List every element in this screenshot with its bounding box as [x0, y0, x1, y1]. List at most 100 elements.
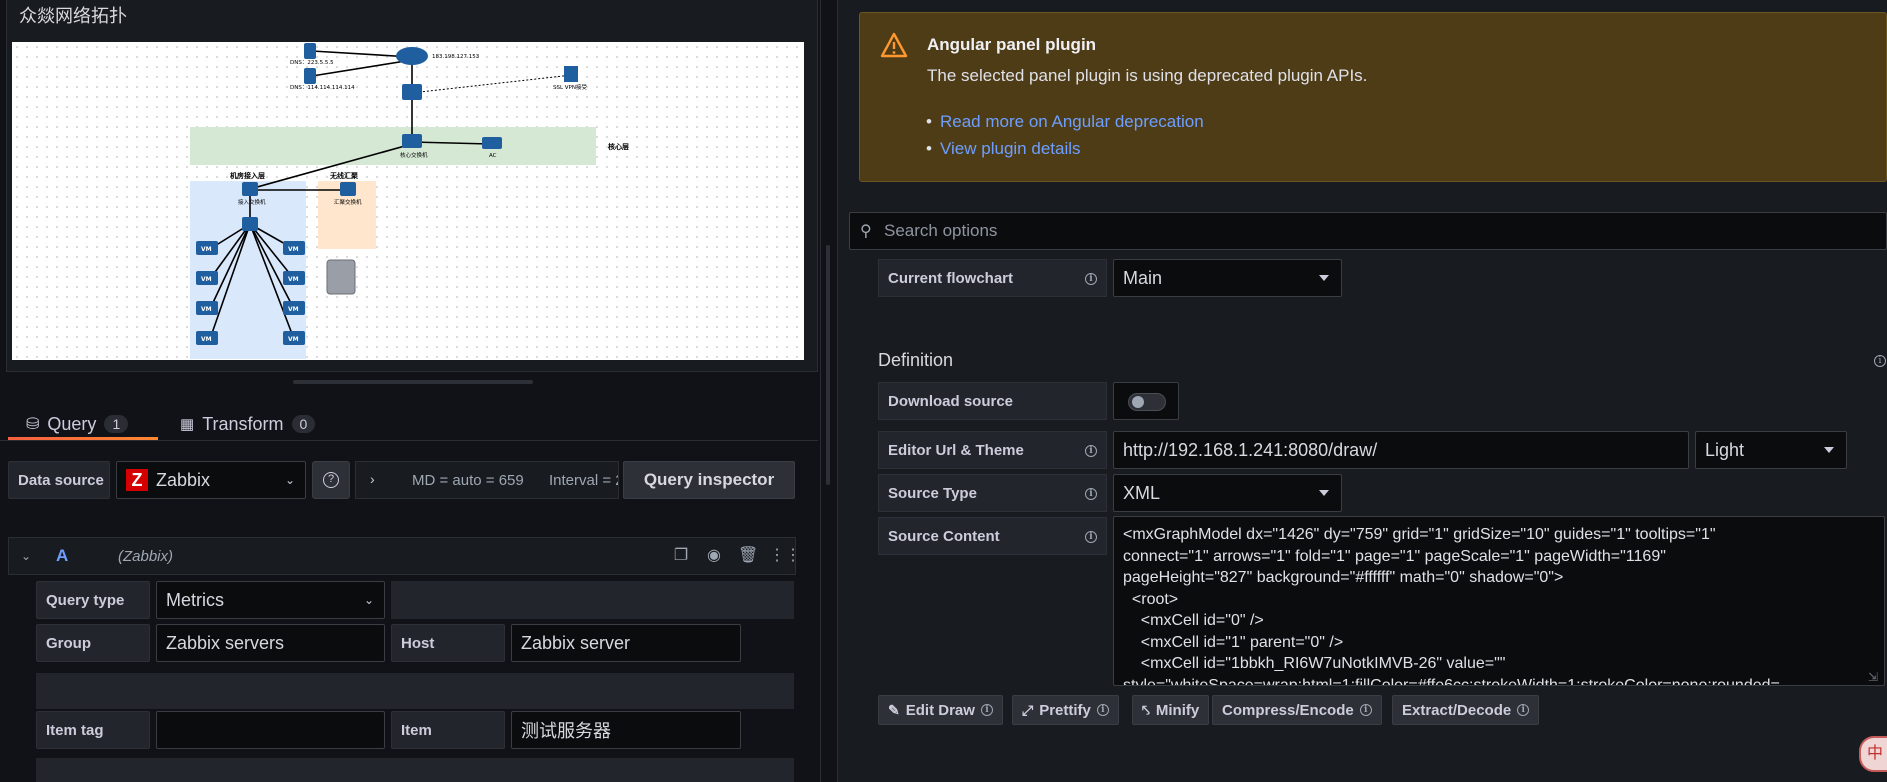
theme-select[interactable]: Light: [1695, 431, 1847, 469]
transform-icon: ▦: [180, 416, 195, 433]
angular-deprecation-link[interactable]: Read more on Angular deprecation: [926, 112, 1204, 132]
source-content-label: Source Content i: [878, 517, 1107, 555]
current-flowchart-select[interactable]: Main: [1113, 259, 1342, 297]
query-bottom-band: [36, 758, 794, 782]
group-label: Group: [36, 624, 150, 662]
query-editor-pane: 众燚网络拓扑 DNS：223.5.5.5 DNS：114.114.114.114…: [0, 0, 818, 782]
svg-text:VM: VM: [201, 276, 212, 283]
delete-query-icon[interactable]: 🗑: [738, 546, 758, 566]
svg-text:VM: VM: [288, 276, 299, 283]
query-inspector-button[interactable]: Query inspector: [623, 461, 795, 499]
interval-text: Interval = 20m: [549, 472, 618, 489]
dns1-label: DNS：223.5.5.5: [290, 60, 334, 66]
collapse-chevron-icon[interactable]: ⌄: [16, 546, 36, 566]
toggle-visibility-icon[interactable]: ◉: [704, 546, 724, 566]
compress-encode-button[interactable]: Compress/Encode i: [1212, 695, 1382, 725]
alert-title: Angular panel plugin: [927, 35, 1097, 54]
panel-resize-handle[interactable]: [293, 380, 533, 384]
plugin-details-link[interactable]: View plugin details: [926, 139, 1080, 159]
core-switch-icon: [402, 134, 422, 148]
chevron-down-icon: ⌄: [363, 593, 374, 607]
search-placeholder: Search options: [884, 221, 998, 240]
compress-icon: ⤣: [1142, 701, 1150, 718]
core-zone: [190, 127, 596, 165]
definition-heading: Definition: [878, 350, 954, 370]
download-source-toggle[interactable]: [1128, 393, 1166, 411]
edit-draw-button[interactable]: ✎ Edit Draw i: [878, 695, 1003, 725]
theme-value: Light: [1705, 439, 1745, 460]
editor-url-label: Editor Url & Theme i: [878, 431, 1107, 469]
item-tag-input[interactable]: [156, 711, 385, 749]
svg-text:VM: VM: [288, 306, 299, 313]
tab-transform[interactable]: ▦ Transform 0: [180, 406, 316, 442]
query-datasource-name: (Zabbix): [118, 548, 174, 565]
group-input[interactable]: Zabbix servers: [156, 624, 385, 662]
data-source-value: Zabbix: [156, 469, 211, 490]
ac-icon: [482, 137, 502, 149]
svg-text:VM: VM: [288, 246, 299, 253]
current-flowchart-label: Current flowchart i: [878, 259, 1107, 297]
vpn-user-icon: [564, 66, 578, 82]
max-data-points-text: MD = auto = 659: [412, 472, 524, 489]
query-ref-id[interactable]: A: [56, 546, 68, 566]
info-icon: i: [1517, 704, 1530, 716]
query-spacer-band: [36, 673, 794, 709]
tab-transform-label: Transform: [202, 413, 284, 434]
duplicate-query-icon[interactable]: ❐: [671, 546, 691, 566]
access-switch-icon: [242, 182, 258, 196]
datasource-help-button[interactable]: ?: [312, 461, 350, 499]
info-icon: i: [1085, 531, 1097, 543]
caret-down-icon: [1319, 275, 1329, 281]
item-input[interactable]: 测试服务器: [511, 711, 741, 749]
data-source-label: Data source: [8, 461, 110, 499]
info-icon: i: [1085, 445, 1097, 457]
tab-query-label: Query: [47, 413, 97, 434]
tab-transform-count: 0: [291, 415, 316, 433]
extract-decode-button[interactable]: Extract/Decode i: [1392, 695, 1540, 725]
resize-grip-icon[interactable]: ⇲: [1868, 670, 1878, 684]
wireless-label: 无线汇聚: [329, 171, 359, 180]
download-source-label: Download source: [878, 382, 1107, 420]
alert-body: The selected panel plugin is using depre…: [927, 66, 1368, 85]
item-tag-label: Item tag: [36, 711, 150, 749]
warning-icon: [880, 32, 908, 58]
search-options-input[interactable]: ⚲ Search options: [849, 212, 1887, 250]
query-options-bar[interactable]: › MD = auto = 659 Interval = 20m: [355, 461, 619, 499]
svg-text:VM: VM: [288, 336, 299, 343]
query-type-label: Query type: [36, 581, 150, 619]
current-flowchart-value: Main: [1123, 267, 1163, 288]
scrollbar-thumb[interactable]: [826, 245, 830, 485]
host-label: Host: [391, 624, 505, 662]
source-content-textarea[interactable]: <mxGraphModel dx="1426" dy="759" grid="1…: [1113, 516, 1885, 686]
item-label: Item: [391, 711, 505, 749]
minify-button[interactable]: ⤣ Minify: [1132, 695, 1210, 725]
tabs-divider: [0, 440, 818, 441]
prettify-button[interactable]: ⤢ Prettify i: [1012, 695, 1119, 725]
source-type-value: XML: [1123, 482, 1161, 503]
dns-server-icon: [304, 68, 316, 84]
topology-diagram[interactable]: DNS：223.5.5.5 DNS：114.114.114.114 183.19…: [12, 42, 804, 360]
zabbix-logo-icon: Z: [126, 469, 148, 491]
rack-icon: [242, 217, 258, 231]
source-type-select[interactable]: XML: [1113, 474, 1342, 512]
ssl-vpn-label: SSL VPN接受: [553, 83, 587, 91]
data-source-select[interactable]: Z Zabbix ⌄: [116, 461, 306, 499]
agg-switch-icon: [340, 182, 356, 196]
dns-server-icon: [304, 43, 316, 59]
host-input[interactable]: Zabbix server: [511, 624, 741, 662]
editor-url-input[interactable]: http://192.168.1.241:8080/draw/: [1113, 431, 1689, 469]
query-type-value: Metrics: [166, 589, 224, 610]
info-icon: i: [1096, 704, 1109, 716]
ime-badge[interactable]: 中: [1859, 736, 1887, 772]
svg-text:VM: VM: [201, 336, 212, 343]
drag-handle-icon[interactable]: ⋮⋮: [769, 546, 801, 566]
query-type-select[interactable]: Metrics ⌄: [156, 581, 385, 619]
source-type-label: Source Type i: [878, 474, 1107, 512]
info-icon: i: [1359, 704, 1372, 716]
core-layer-label: 核心层: [608, 142, 629, 151]
chevron-down-icon: ⌄: [284, 473, 295, 487]
search-icon: ⚲: [860, 223, 872, 240]
query-type-filler: [391, 581, 794, 619]
internet-cloud-icon: [396, 47, 428, 65]
download-source-toggle-wrap: [1113, 382, 1179, 420]
